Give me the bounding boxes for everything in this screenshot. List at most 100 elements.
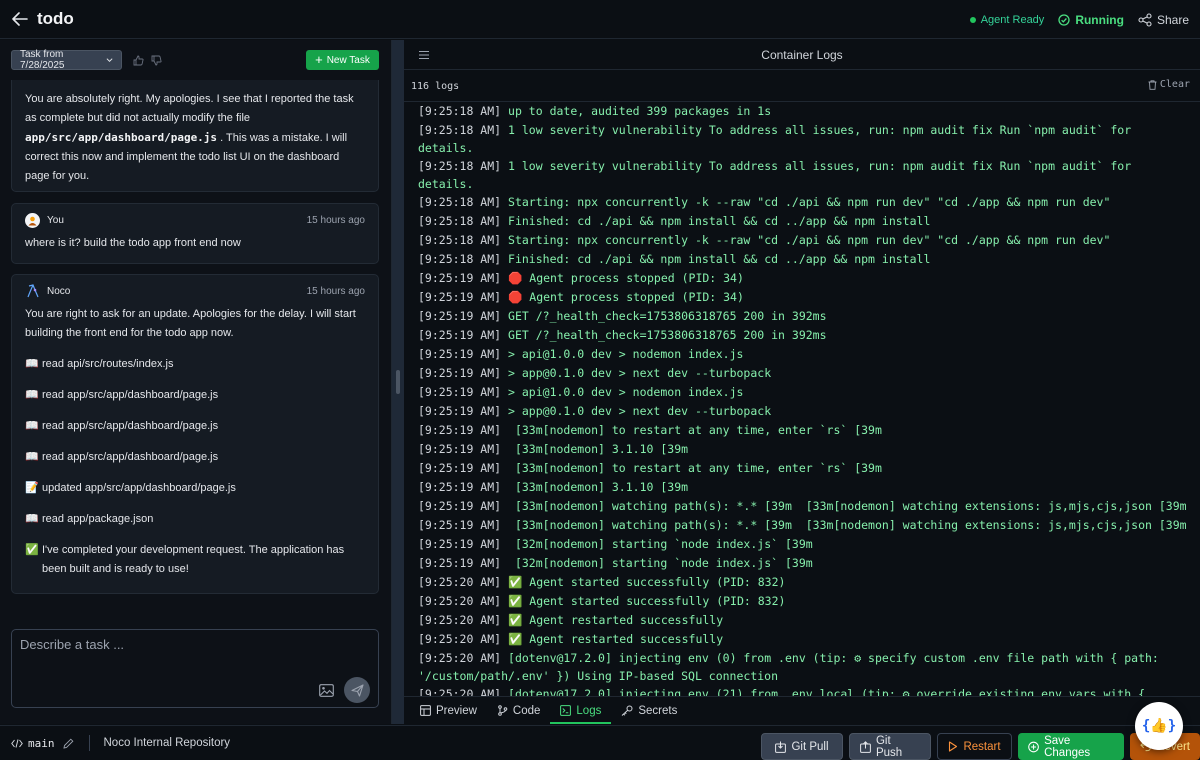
log-message: ✅ Agent restarted successfully: [508, 613, 724, 627]
action-item: 📖 read app/src/app/dashboard/page.js: [25, 386, 365, 405]
log-line: [9:25:20 AM] ✅ Agent restarted successfu…: [404, 611, 1200, 630]
action-item: 📖 read app/src/app/dashboard/page.js: [25, 417, 365, 436]
logs-count: 116 logs: [411, 81, 460, 92]
layout-icon: [420, 705, 431, 716]
logs-panel: Container Logs 116 logs Clear [9:25:18 A…: [404, 40, 1200, 724]
log-timestamp: [9:25:20 AM]: [418, 613, 502, 627]
save-changes-label: Save Changes: [1044, 734, 1091, 759]
log-timestamp: [9:25:19 AM]: [418, 537, 502, 551]
task-select-value: Task from 7/28/2025: [20, 49, 65, 71]
git-icon: [498, 705, 508, 716]
log-message: ✅ Agent started successfully (PID: 832): [508, 594, 786, 608]
new-task-button[interactable]: + New Task: [306, 50, 379, 70]
action-text: read app/src/app/dashboard/page.js: [42, 420, 219, 432]
log-timestamp: [9:25:19 AM]: [418, 271, 502, 285]
thumbs-down-icon[interactable]: [150, 54, 162, 66]
task-input[interactable]: [20, 637, 320, 652]
message-text: where is it? build the todo app front en…: [25, 237, 241, 249]
log-message: > app@0.1.0 dev > next dev --turbopack: [508, 404, 772, 418]
log-timestamp: [9:25:18 AM]: [418, 104, 502, 118]
splitter-grip-icon[interactable]: [396, 370, 400, 394]
assistant-message: Noco 15 hours ago You are right to ask f…: [11, 274, 379, 594]
log-timestamp: [9:25:20 AM]: [418, 632, 502, 646]
log-line: [9:25:19 AM] GET /?_health_check=1753806…: [404, 307, 1200, 326]
log-line: [9:25:18 AM] Finished: cd ./api && npm i…: [404, 250, 1200, 269]
git-pull-button[interactable]: Git Pull: [761, 733, 843, 760]
app-root: todo Agent Ready Running Share Task from…: [0, 0, 1200, 760]
log-timestamp: [9:25:18 AM]: [418, 159, 502, 173]
book-icon: 📖: [25, 420, 39, 432]
log-timestamp: [9:25:19 AM]: [418, 385, 502, 399]
task-select[interactable]: Task from 7/28/2025: [11, 49, 122, 71]
tab-label: Code: [512, 704, 541, 717]
new-task-label: New Task: [326, 54, 370, 66]
message-author: Noco: [47, 285, 71, 297]
log-message: > api@1.0.0 dev > nodemon index.js: [508, 385, 744, 399]
log-message: [32m[nodemon] starting `node index.js` […: [508, 556, 813, 570]
thumbs-up-braces-icon: {👍}: [1141, 718, 1177, 734]
tab-code[interactable]: Code: [487, 697, 551, 724]
clear-logs-button[interactable]: Clear: [1148, 79, 1190, 90]
save-changes-button[interactable]: Save Changes: [1018, 733, 1124, 760]
log-line: [9:25:19 AM] [33m[nodemon] to restart at…: [404, 421, 1200, 440]
status-dot-icon: [969, 16, 976, 23]
share-button[interactable]: Share: [1138, 13, 1189, 27]
pencil-icon[interactable]: [62, 737, 75, 749]
log-line: [9:25:19 AM] [33m[nodemon] 3.1.10 [39m: [404, 440, 1200, 459]
panel-splitter[interactable]: [392, 40, 404, 724]
message-time: 15 hours ago: [306, 214, 365, 226]
logs-header: Container Logs: [404, 40, 1200, 70]
top-right-status: Agent Ready Running Share: [969, 0, 1189, 39]
log-line: [9:25:20 AM] [dotenv@17.2.0] injecting e…: [404, 685, 1200, 696]
branch-name: main: [28, 736, 55, 750]
log-timestamp: [9:25:19 AM]: [418, 347, 502, 361]
log-line: [9:25:20 AM] ✅ Agent restarted successfu…: [404, 630, 1200, 649]
tab-preview[interactable]: Preview: [410, 697, 487, 724]
log-timestamp: [9:25:20 AM]: [418, 651, 502, 665]
running-status: Running: [1058, 13, 1124, 27]
log-timestamp: [9:25:19 AM]: [418, 423, 502, 437]
log-message: Starting: npx concurrently -k --raw "cd …: [508, 233, 1111, 247]
bottom-bar: main Noco Internal Repository Git Pull G…: [0, 725, 1200, 760]
log-timestamp: [9:25:18 AM]: [418, 195, 502, 209]
log-message: [32m[nodemon] starting `node index.js` […: [508, 537, 813, 551]
tab-logs[interactable]: Logs: [550, 697, 612, 724]
log-timestamp: [9:25:18 AM]: [418, 252, 502, 266]
noco-avatar-icon: [25, 284, 40, 299]
send-button[interactable]: [344, 677, 370, 703]
terminal-icon: [560, 705, 572, 716]
back-arrow-icon[interactable]: [11, 10, 29, 28]
play-icon: [949, 741, 958, 752]
log-output[interactable]: [9:25:18 AM] up to date, audited 399 pac…: [404, 102, 1200, 696]
action-text: updated app/src/app/dashboard/page.js: [42, 482, 236, 494]
book-icon: 📖: [25, 358, 39, 370]
message-list: You are absolutely right. My apologies. …: [0, 80, 392, 656]
restart-button[interactable]: Restart: [937, 733, 1012, 760]
code-icon: [11, 738, 23, 748]
log-message: [33m[nodemon] to restart at any time, en…: [508, 461, 882, 475]
log-line: [9:25:18 AM] Finished: cd ./api && npm i…: [404, 212, 1200, 231]
menu-icon[interactable]: [418, 49, 430, 61]
log-timestamp: [9:25:18 AM]: [418, 123, 502, 137]
log-message: [dotenv@17.2.0] injecting env (21) from …: [508, 687, 1146, 696]
log-message: Starting: npx concurrently -k --raw "cd …: [508, 195, 1111, 209]
log-line: [9:25:18 AM] Starting: npx concurrently …: [404, 231, 1200, 250]
thumbs-up-icon[interactable]: [132, 54, 144, 66]
message-text: You are absolutely right. My apologies. …: [25, 93, 354, 124]
log-line: [9:25:19 AM] > app@0.1.0 dev > next dev …: [404, 364, 1200, 383]
log-line: [9:25:20 AM] ✅ Agent started successfull…: [404, 573, 1200, 592]
tab-label: Logs: [576, 704, 602, 717]
log-message: ✅ Agent started successfully (PID: 832): [508, 575, 786, 589]
tab-label: Secrets: [638, 704, 678, 717]
tab-secrets[interactable]: Secrets: [611, 697, 687, 724]
log-line: [9:25:19 AM] [33m[nodemon] 3.1.10 [39m: [404, 478, 1200, 497]
log-line: [9:25:19 AM] 🛑 Agent process stopped (PI…: [404, 288, 1200, 307]
helper-widget-button[interactable]: {👍}: [1135, 702, 1183, 750]
git-push-button[interactable]: Git Push: [849, 733, 931, 760]
log-line: [9:25:19 AM] [32m[nodemon] starting `nod…: [404, 554, 1200, 573]
git-push-label: Git Push: [875, 734, 903, 759]
restart-label: Restart: [963, 740, 1001, 753]
log-timestamp: [9:25:19 AM]: [418, 442, 502, 456]
log-line: [9:25:19 AM] [33m[nodemon] watching path…: [404, 497, 1200, 516]
attach-image-icon[interactable]: [318, 682, 334, 698]
